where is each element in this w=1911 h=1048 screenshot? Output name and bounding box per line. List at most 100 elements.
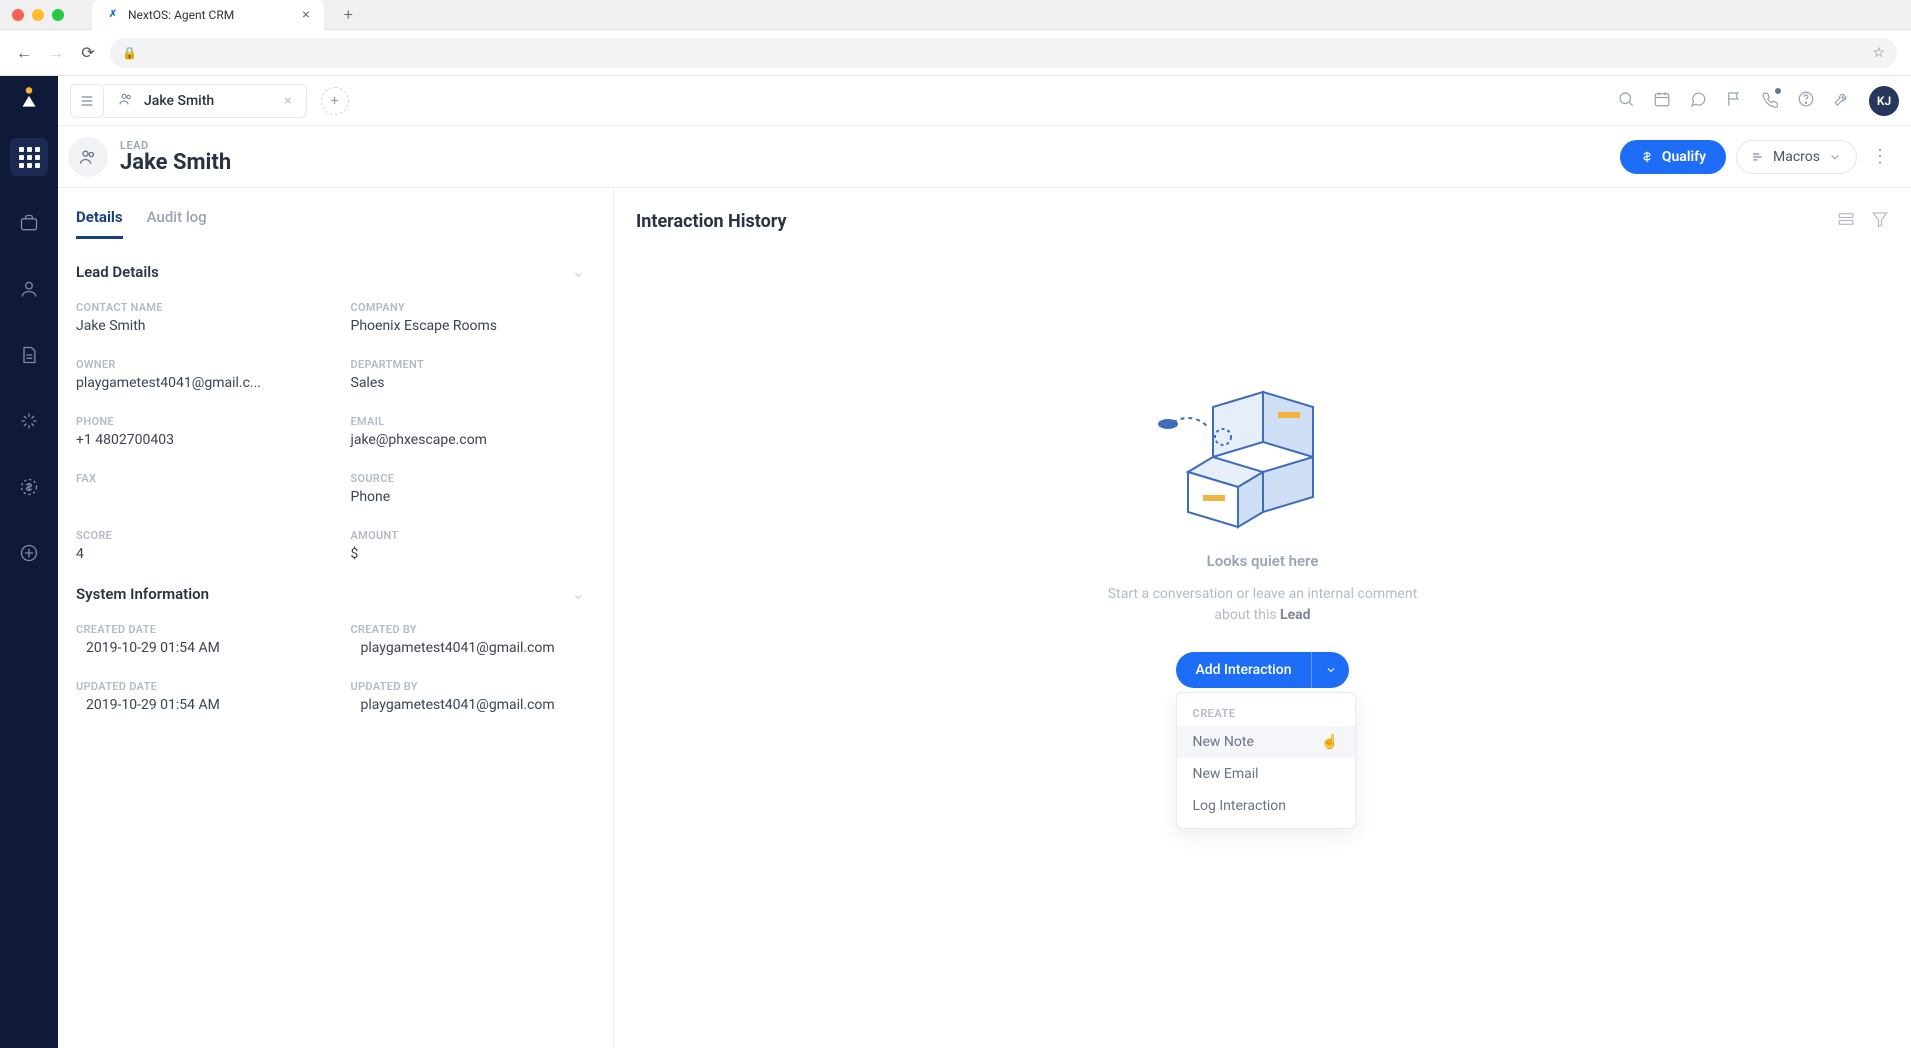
field-label: CREATED DATE	[76, 623, 311, 636]
menu-item-log-interaction[interactable]: Log Interaction	[1177, 790, 1355, 822]
window-controls	[12, 9, 64, 21]
field-label: CONTACT NAME	[76, 301, 311, 314]
field-label: OWNER	[76, 358, 311, 371]
nav-contacts-icon[interactable]	[10, 270, 48, 308]
nav-billing-icon[interactable]	[10, 468, 48, 506]
lock-icon: 🔒	[122, 46, 137, 60]
field-value: 2019-10-29 01:54 AM	[76, 697, 311, 713]
settings-wrench-icon[interactable]	[1833, 90, 1851, 112]
list-toggle-button[interactable]	[70, 84, 104, 118]
field-label: PHONE	[76, 415, 311, 428]
field-amount: AMOUNT $	[351, 529, 586, 562]
field-label: UPDATED BY	[351, 680, 586, 693]
add-interaction-button[interactable]: Add Interaction	[1176, 652, 1312, 688]
field-value: Jake Smith	[76, 318, 311, 334]
app-logo-icon[interactable]	[0, 76, 58, 120]
minimize-window-icon[interactable]	[32, 9, 44, 21]
qualify-button-label: Qualify	[1662, 149, 1706, 165]
open-tab-title: Jake Smith	[144, 93, 214, 109]
phone-icon[interactable]	[1761, 90, 1779, 112]
new-browser-tab-button[interactable]: +	[344, 5, 353, 24]
details-panel: Details Audit log Lead Details ⌄ CONTACT…	[58, 188, 613, 1048]
flag-icon[interactable]	[1725, 90, 1743, 112]
reload-icon[interactable]: ⟳	[78, 43, 98, 63]
open-record-tab[interactable]: Jake Smith ×	[104, 84, 307, 118]
back-icon[interactable]: ←	[14, 43, 34, 63]
nav-work-icon[interactable]	[10, 204, 48, 242]
nav-sparkle-icon[interactable]	[10, 402, 48, 440]
help-icon[interactable]	[1797, 90, 1815, 112]
field-value: Phoenix Escape Rooms	[351, 318, 586, 334]
menu-section-label: CREATE	[1177, 699, 1355, 726]
field-label: COMPANY	[351, 301, 586, 314]
browser-tab-title: NextOS: Agent CRM	[128, 8, 234, 22]
field-label: FAX	[76, 472, 311, 485]
field-label: CREATED BY	[351, 623, 586, 636]
empty-drawer-illustration	[1153, 382, 1373, 542]
user-avatar[interactable]: KJ	[1869, 86, 1899, 116]
record-type-icon	[68, 137, 108, 177]
field-value: Phone	[351, 489, 586, 505]
empty-state-subtitle: Start a conversation or leave an interna…	[1093, 584, 1433, 626]
nav-docs-icon[interactable]	[10, 336, 48, 374]
favicon-icon: ✗	[106, 8, 120, 22]
field-label: DEPARTMENT	[351, 358, 586, 371]
field-label: EMAIL	[351, 415, 586, 428]
close-record-tab-icon[interactable]: ×	[284, 93, 291, 109]
chat-icon[interactable]	[1689, 90, 1707, 112]
calendar-icon[interactable]	[1653, 90, 1671, 112]
more-options-icon[interactable]: ⋮	[1867, 146, 1893, 167]
field-created-date: CREATED DATE 2019-10-29 01:54 AM	[76, 623, 311, 656]
menu-item-label: New Note	[1193, 734, 1254, 750]
app-topbar: Jake Smith × + KJ	[58, 76, 1911, 126]
field-label: SCORE	[76, 529, 311, 542]
search-icon[interactable]	[1617, 90, 1635, 112]
browser-tab-strip: ✗ NextOS: Agent CRM × +	[0, 0, 1911, 30]
collapse-section-icon[interactable]: ⌄	[572, 262, 585, 281]
tab-details[interactable]: Details	[76, 208, 123, 239]
menu-item-new-note[interactable]: New Note ☝	[1177, 726, 1355, 758]
close-tab-icon[interactable]: ×	[302, 7, 309, 23]
system-info-section-title: System Information	[76, 585, 209, 603]
lead-icon	[118, 91, 134, 111]
field-source: SOURCE Phone	[351, 472, 586, 505]
nav-apps-icon[interactable]	[10, 138, 48, 176]
field-label: SOURCE	[351, 472, 586, 485]
browser-toolbar: ← → ⟳ 🔒 ☆	[0, 30, 1911, 76]
field-label: UPDATED DATE	[76, 680, 311, 693]
empty-state-title: Looks quiet here	[1207, 552, 1319, 570]
interaction-history-title: Interaction History	[636, 211, 787, 232]
tab-audit-log[interactable]: Audit log	[147, 208, 207, 239]
macros-button[interactable]: Macros	[1736, 140, 1857, 174]
record-name: Jake Smith	[120, 152, 231, 174]
menu-item-label: Log Interaction	[1193, 798, 1287, 814]
filter-icon[interactable]	[1871, 210, 1889, 232]
add-interaction-dropdown-toggle[interactable]	[1311, 652, 1349, 688]
interaction-history-panel: Interaction History	[613, 188, 1911, 1048]
menu-item-new-email[interactable]: New Email	[1177, 758, 1355, 790]
fullscreen-window-icon[interactable]	[52, 9, 64, 21]
address-bar[interactable]: 🔒 ☆	[110, 38, 1897, 68]
layout-toggle-icon[interactable]	[1837, 210, 1855, 232]
field-value: jake@phxescape.com	[351, 432, 586, 448]
empty-state: Looks quiet here Start a conversation or…	[636, 382, 1889, 688]
left-nav-rail	[0, 76, 58, 1048]
qualify-button[interactable]: Qualify	[1620, 140, 1726, 174]
field-contact-name: CONTACT NAME Jake Smith	[76, 301, 311, 334]
lead-details-section-title: Lead Details	[76, 263, 159, 281]
nav-integrations-icon[interactable]	[10, 534, 48, 572]
field-updated-date: UPDATED DATE 2019-10-29 01:54 AM	[76, 680, 311, 713]
browser-tab[interactable]: ✗ NextOS: Agent CRM ×	[92, 0, 324, 30]
collapse-section-icon[interactable]: ⌄	[572, 584, 585, 603]
forward-icon[interactable]: →	[46, 43, 66, 63]
field-owner: OWNER playgametest4041@gmail.c...	[76, 358, 311, 391]
field-label: AMOUNT	[351, 529, 586, 542]
field-phone: PHONE +1 4802700403	[76, 415, 311, 448]
close-window-icon[interactable]	[12, 9, 24, 21]
field-updated-by: UPDATED BY playgametest4041@gmail.com	[351, 680, 586, 713]
field-value: 4	[76, 546, 311, 562]
bookmark-star-icon[interactable]: ☆	[1872, 45, 1885, 61]
field-department: DEPARTMENT Sales	[351, 358, 586, 391]
field-value: Sales	[351, 375, 586, 391]
new-record-tab-button[interactable]: +	[321, 87, 349, 115]
